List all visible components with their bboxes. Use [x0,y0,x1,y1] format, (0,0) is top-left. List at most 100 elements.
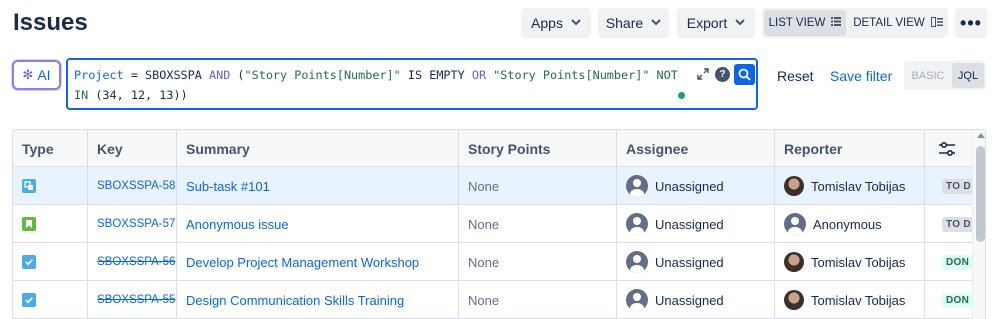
issue-key: SBOXSSPA-56 [97,256,176,268]
assignee-cell[interactable]: Unassigned [617,205,775,243]
status-cell[interactable]: DON [935,281,975,319]
vertical-scrollbar[interactable] [972,130,985,319]
reporter-cell[interactable]: Tomislav Tobijas [775,281,925,319]
column-header-summary[interactable]: Summary [177,130,459,167]
assignee-cell[interactable]: Unassigned [617,281,775,319]
issue-key: SBOXSSPA-55 [97,294,176,306]
reporter-cell[interactable]: Tomislav Tobijas [775,243,925,281]
chevron-down-icon [651,18,661,29]
status-cell[interactable]: TO D [935,205,975,243]
assignee-name: Unassigned [655,254,724,270]
jql-mode-button[interactable]: JQL [952,63,984,88]
table-row[interactable]: SBOXSSPA-56 Develop Project Management W… [13,243,985,281]
apps-label: Apps [531,15,563,31]
reporter-name: Anonymous [813,216,882,232]
assignee-cell[interactable]: Unassigned [617,243,775,281]
assignee-name: Unassigned [655,292,724,308]
help-icon[interactable]: ? [715,67,730,82]
syntax-valid-indicator [678,92,685,99]
jql-token: IS [407,68,423,82]
avatar [784,290,804,310]
jql-token: Project [74,68,124,82]
ai-search-button[interactable]: ✻ AI [12,60,61,90]
jql-token: NOT [656,68,678,82]
issue-key-link[interactable]: SBOXSSPA-55 [88,281,177,319]
more-actions-button[interactable]: ••• [955,8,987,38]
avatar [626,213,648,235]
story-points-value[interactable]: None [459,243,617,281]
reporter-name: Tomislav Tobijas [811,178,906,194]
issue-key-link[interactable]: SBOXSSPA-57 [88,205,177,243]
scrollbar-thumb[interactable] [976,146,985,242]
story-points-value[interactable]: None [459,281,617,319]
column-header-story-points[interactable]: Story Points [459,130,617,167]
search-button[interactable] [734,64,755,85]
summary-link[interactable]: Anonymous issue [177,205,459,243]
issue-key-link[interactable]: SBOXSSPA-56 [88,243,177,281]
jql-token: "Story Points[Number]" [493,68,650,82]
subtask-icon [22,179,36,193]
jql-token: (34, 12, 13)) [95,88,188,102]
table-row[interactable]: SBOXSSPA-58 Sub-task #101 None Unassigne… [13,167,985,205]
status-badge: DON [942,254,974,270]
scroll-up-arrow-icon[interactable] [977,133,985,138]
sparkle-icon: ✻ [22,67,34,82]
status-cell[interactable]: TO D [935,167,975,205]
chevron-down-icon [735,18,745,29]
chevron-down-icon [571,18,581,29]
summary-link[interactable]: Design Communication Skills Training [177,281,459,319]
column-header-type[interactable]: Type [13,130,88,167]
column-header-reporter[interactable]: Reporter [775,130,925,167]
list-icon [831,17,842,29]
issue-key: SBOXSSPA-57 [97,218,176,230]
issue-key-link[interactable]: SBOXSSPA-58 [88,167,177,205]
apps-button[interactable]: Apps [521,8,591,38]
jql-search-input[interactable]: Project = SBOXSSPA AND ("Story Points[Nu… [66,58,758,110]
view-toggle: LIST VIEW DETAIL VIEW [762,8,948,38]
page-title: Issues [13,9,88,36]
jql-token: SBOXSSPA [145,68,202,82]
avatar [784,176,804,196]
summary-link[interactable]: Develop Project Management Workshop [177,243,459,281]
type-cell [13,167,88,205]
reset-button[interactable]: Reset [777,68,814,84]
issues-table: Type Key Summary Story Points Assignee R… [12,129,986,319]
reporter-cell[interactable]: Anonymous [775,205,925,243]
reporter-name: Tomislav Tobijas [811,292,906,308]
avatar [784,213,806,235]
jql-token: IN [74,88,89,102]
detail-view-icon [930,16,943,30]
reporter-cell[interactable]: Tomislav Tobijas [775,167,925,205]
jql-token: AND [208,68,231,82]
jql-token: ( [237,68,245,82]
avatar [626,251,648,273]
jql-token: OR [471,68,487,82]
column-header-key[interactable]: Key [88,130,177,167]
settings-sliders-icon [939,141,955,156]
status-badge: TO D [942,178,975,194]
summary-link[interactable]: Sub-task #101 [177,167,459,205]
basic-mode-button[interactable]: BASIC [906,63,950,88]
jql-token: EMPTY [429,68,465,82]
assignee-name: Unassigned [655,216,724,232]
story-points-value[interactable]: None [459,167,617,205]
save-filter-button[interactable]: Save filter [830,68,892,84]
column-settings-button[interactable] [925,130,969,167]
list-view-button[interactable]: LIST VIEW [764,10,846,36]
table-row[interactable]: SBOXSSPA-55 Design Communication Skills … [13,281,985,319]
status-cell[interactable]: DON [935,243,975,281]
story-points-value[interactable]: None [459,205,617,243]
column-header-assignee[interactable]: Assignee [617,130,775,167]
assignee-name: Unassigned [655,178,724,194]
type-cell [13,281,88,319]
more-icon: ••• [960,12,982,33]
type-cell [13,243,88,281]
export-button[interactable]: Export [677,8,755,38]
table-row[interactable]: SBOXSSPA-57 Anonymous issue None Unassig… [13,205,985,243]
jql-query-text[interactable]: Project = SBOXSSPA AND ("Story Points[Nu… [74,65,689,105]
story-icon [22,217,36,231]
assignee-cell[interactable]: Unassigned [617,167,775,205]
expand-icon[interactable] [697,68,711,82]
detail-view-button[interactable]: DETAIL VIEW [850,10,946,36]
share-button[interactable]: Share [598,8,669,38]
